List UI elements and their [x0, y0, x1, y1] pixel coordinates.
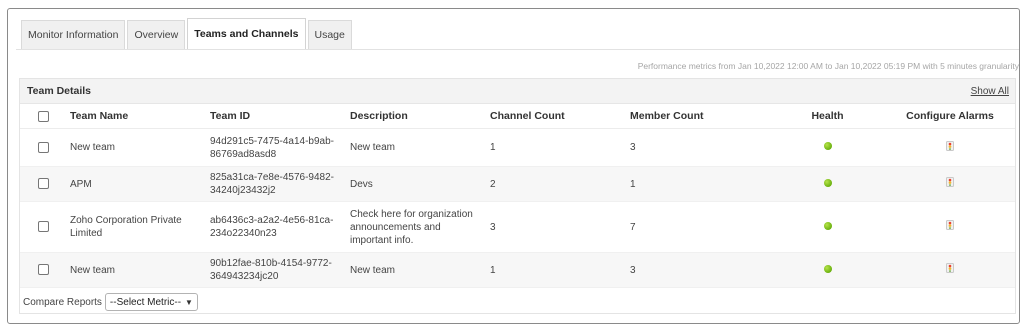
alarm-icon[interactable]	[946, 177, 954, 191]
team-name-cell: APM	[70, 178, 92, 190]
select-all-checkbox[interactable]	[38, 110, 49, 122]
col-configure-alarms: Configure Alarms	[885, 104, 1015, 129]
row-checkbox[interactable]	[38, 264, 49, 276]
compare-reports-label: Compare Reports	[23, 296, 102, 308]
chevron-down-icon: ▼	[185, 297, 193, 307]
health-status-icon	[823, 221, 832, 230]
team-name-cell: New team	[70, 264, 116, 276]
channel-count-cell: 2	[490, 178, 496, 190]
compare-reports-bar: Compare Reports --Select Metric-- ▼	[23, 291, 198, 313]
tab-teams-and-channels[interactable]: Teams and Channels	[187, 18, 306, 49]
alarm-icon[interactable]	[946, 263, 954, 277]
tab-bar: Monitor Information Overview Teams and C…	[21, 18, 354, 49]
alarm-icon[interactable]	[946, 220, 954, 234]
team-name-cell: New team	[70, 142, 116, 153]
row-checkbox[interactable]	[38, 178, 49, 190]
team-id-cell: ab6436c3-a2a2-4e56-81ca-234o22340n23	[210, 215, 334, 239]
col-member-count[interactable]: Member Count	[630, 104, 770, 129]
tab-usage[interactable]: Usage	[307, 20, 352, 49]
description-cell: Devs	[350, 178, 373, 190]
row-checkbox[interactable]	[38, 141, 49, 153]
member-count-cell: 1	[630, 178, 636, 190]
table-row: APM 825a31ca-7e8e-4576-9482-34240j23432j…	[20, 166, 1015, 202]
show-all-link[interactable]: Show All	[971, 86, 1009, 97]
health-status-icon	[823, 178, 832, 187]
tab-overview[interactable]: Overview	[127, 20, 186, 49]
select-all-cell	[20, 104, 70, 129]
col-description[interactable]: Description	[350, 104, 490, 129]
col-health[interactable]: Health	[770, 104, 885, 129]
panel-title: Team Details	[27, 85, 91, 97]
row-checkbox[interactable]	[38, 221, 49, 233]
channel-count-cell: 1	[490, 264, 496, 276]
member-count-cell: 3	[630, 264, 636, 276]
description-cell: Check here for organization announcement…	[350, 208, 473, 246]
table-header-row: Team Name Team ID Description Channel Co…	[20, 104, 1015, 129]
monitor-frame: Monitor Information Overview Teams and C…	[7, 8, 1020, 324]
col-team-id[interactable]: Team ID	[210, 104, 350, 129]
col-team-name[interactable]: Team Name	[70, 104, 210, 129]
team-id-cell: 94d291c5-7475-4a14-b9ab-86769ad8asd8	[210, 135, 334, 160]
channel-count-cell: 3	[490, 221, 496, 233]
health-status-icon	[823, 142, 832, 150]
channel-count-cell: 1	[490, 142, 496, 153]
health-status-icon	[823, 264, 832, 273]
team-table: Team Name Team ID Description Channel Co…	[20, 104, 1015, 288]
team-details-panel: Team Details Show All Team Name Team ID …	[19, 78, 1016, 314]
table-row: New team 90b12fae-810b-4154-9772-3649432…	[20, 252, 1015, 288]
description-cell: New team	[350, 264, 396, 276]
team-id-cell: 90b12fae-810b-4154-9772-364943234jc20	[210, 258, 332, 282]
col-channel-count[interactable]: Channel Count	[490, 104, 630, 129]
tab-monitor-information[interactable]: Monitor Information	[21, 20, 126, 49]
alarm-icon[interactable]	[946, 140, 954, 155]
team-id-cell: 825a31ca-7e8e-4576-9482-34240j23432j2	[210, 172, 334, 196]
member-count-cell: 7	[630, 221, 636, 233]
metric-select[interactable]: --Select Metric-- ▼	[104, 293, 198, 311]
performance-note: Performance metrics from Jan 10,2022 12:…	[637, 61, 1019, 71]
metric-select-value: --Select Metric--	[109, 296, 182, 308]
member-count-cell: 3	[630, 142, 636, 153]
panel-header: Team Details Show All	[20, 79, 1015, 104]
team-name-cell: Zoho Corporation Private Limited	[70, 215, 182, 239]
table-row: New team 94d291c5-7475-4a14-b9ab-86769ad…	[20, 129, 1015, 167]
table-row: Zoho Corporation Private Limited ab6436c…	[20, 202, 1015, 253]
description-cell: New team	[350, 142, 396, 153]
tab-divider	[16, 49, 1019, 50]
